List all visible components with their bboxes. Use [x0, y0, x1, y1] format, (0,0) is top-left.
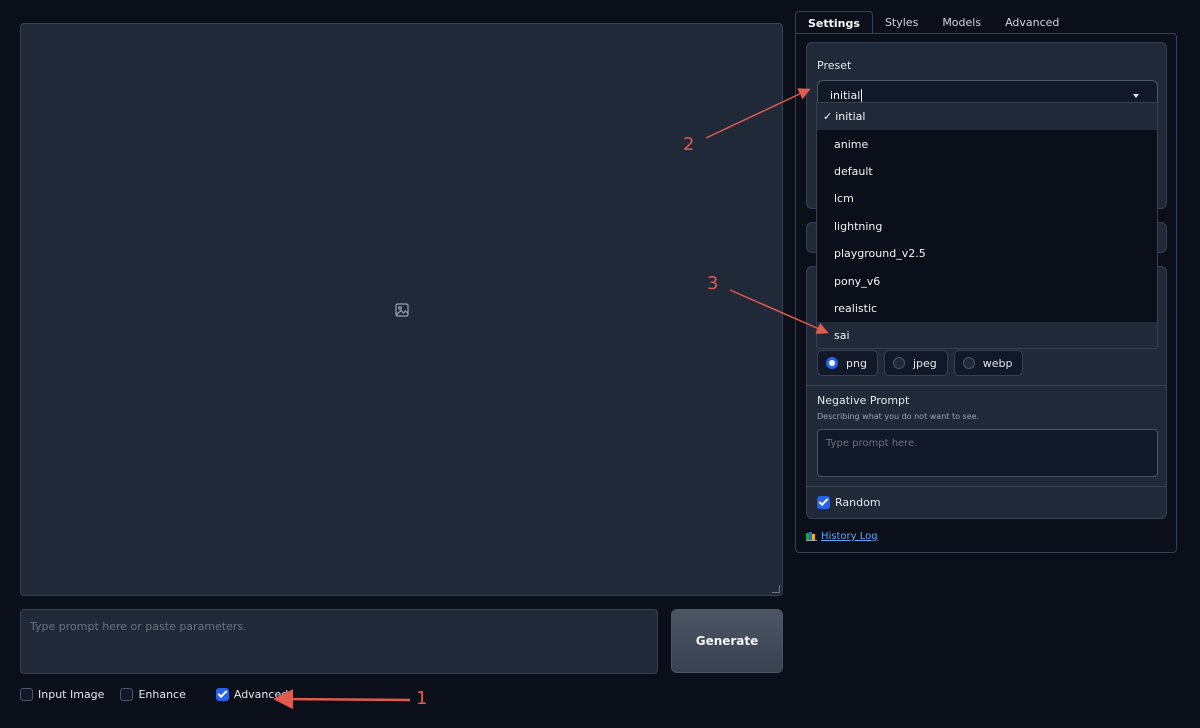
radio-button[interactable] [826, 357, 838, 369]
preset-option-lightning[interactable]: lightning [817, 213, 1157, 240]
prompt-input[interactable] [20, 609, 658, 674]
annotation-1: 1 [416, 688, 428, 709]
preset-option-anime[interactable]: anime [817, 130, 1157, 157]
radio-button[interactable] [892, 357, 905, 369]
option-label: lightning [834, 219, 883, 233]
tab-advanced[interactable]: Advanced [993, 11, 1071, 34]
resize-handle[interactable] [772, 585, 780, 593]
output-format-radio-group: png jpeg webp [817, 350, 1024, 376]
divider [807, 486, 1166, 487]
annotation-2: 2 [683, 134, 695, 155]
format-webp-option[interactable]: webp [953, 350, 1024, 376]
preset-value: initial [830, 89, 861, 102]
format-label: jpeg [912, 356, 937, 370]
preset-option-lcm[interactable]: lcm [817, 185, 1157, 212]
preset-option-initial[interactable]: ✓ initial [817, 103, 1157, 131]
divider [807, 385, 1166, 386]
settings-tabs: Settings Styles Models Advanced [795, 11, 1071, 34]
bottom-options: Input Image Enhance Advanced [20, 688, 304, 701]
format-label: webp [982, 356, 1013, 370]
preset-option-default[interactable]: default [817, 158, 1157, 185]
random-label: Random [835, 496, 881, 509]
check-icon: ✓ [823, 110, 833, 124]
option-label: realistic [834, 301, 878, 315]
checkbox-box[interactable] [215, 688, 229, 701]
preset-options-list: ✓ initial anime default lcm lightning pl… [816, 102, 1158, 349]
book-icon [806, 532, 817, 541]
tab-models[interactable]: Models [930, 11, 993, 34]
random-checkbox[interactable]: Random [817, 496, 881, 509]
format-label: png [846, 356, 867, 370]
history-log-link[interactable]: History Log [821, 531, 878, 542]
radio-button[interactable] [962, 357, 975, 369]
checkbox-label: Advanced [233, 688, 289, 701]
preset-label: Preset [817, 59, 852, 72]
generate-button[interactable]: Generate [671, 609, 783, 673]
format-jpeg-option[interactable]: jpeg [883, 350, 948, 376]
preset-option-sai[interactable]: sai [817, 322, 1157, 348]
preset-option-realistic[interactable]: realistic [817, 295, 1157, 322]
negative-prompt-title: Negative Prompt [817, 394, 910, 407]
option-label: pony_v6 [834, 274, 881, 288]
option-label: initial [835, 110, 866, 124]
image-output-area[interactable] [20, 23, 783, 596]
preset-option-playground[interactable]: playground_v2.5 [817, 240, 1157, 267]
tab-styles[interactable]: Styles [873, 11, 930, 34]
preset-option-pony[interactable]: pony_v6 [817, 267, 1157, 294]
annotation-3: 3 [707, 273, 719, 294]
image-icon [394, 302, 409, 317]
history-log: History Log [806, 531, 878, 542]
option-label: lcm [834, 192, 854, 206]
option-label: sai [834, 329, 850, 343]
negative-prompt-input[interactable] [817, 429, 1158, 477]
checkbox-label: Input Image [38, 688, 105, 701]
enhance-checkbox[interactable]: Enhance [120, 688, 186, 701]
option-label: playground_v2.5 [834, 247, 926, 261]
checkbox-box[interactable] [20, 688, 33, 701]
negative-prompt-subtitle: Describing what you do not want to see. [817, 412, 980, 421]
checkbox-label: Enhance [138, 688, 186, 701]
chevron-down-icon [1133, 94, 1139, 98]
checkbox-box[interactable] [120, 688, 134, 701]
option-label: default [834, 164, 873, 178]
tab-settings[interactable]: Settings [795, 11, 873, 34]
format-png-option[interactable]: png [817, 350, 878, 376]
checkbox-box[interactable] [817, 496, 830, 509]
input-image-checkbox[interactable]: Input Image [20, 688, 104, 701]
advanced-checkbox[interactable]: Advanced [215, 688, 289, 701]
option-label: anime [834, 137, 869, 151]
